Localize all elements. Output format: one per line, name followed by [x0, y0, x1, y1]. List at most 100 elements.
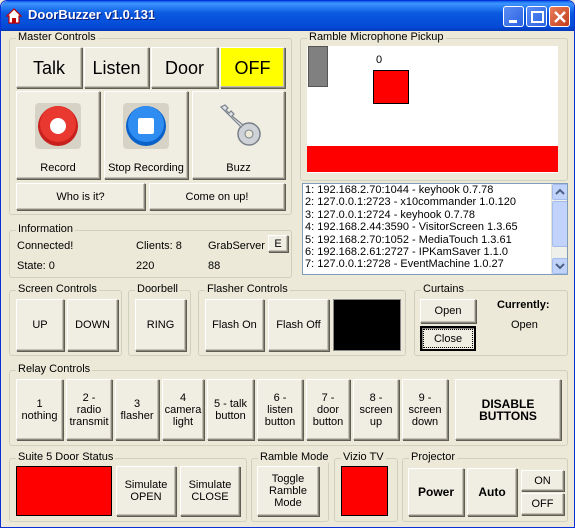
- flasher-status-indicator: [333, 299, 401, 351]
- mic-level-display: 0: [307, 46, 558, 173]
- information-title: Information: [16, 223, 76, 235]
- disable-line-2: BUTTONS: [479, 408, 537, 423]
- screen-controls-title: Screen Controls: [16, 283, 99, 295]
- ring-button[interactable]: RING: [135, 299, 186, 351]
- projector-title: Projector: [409, 451, 458, 463]
- sim-open-line-1: Simulate: [124, 479, 168, 491]
- off-button[interactable]: OFF: [220, 47, 285, 88]
- come-on-up-button[interactable]: Come on up!: [149, 183, 285, 210]
- minimize-button[interactable]: [503, 6, 524, 27]
- app-window: DoorBuzzer v1.0.131 Master Controls Talk…: [0, 0, 575, 528]
- close-button[interactable]: [549, 6, 570, 27]
- relay-button-label: 4: [179, 391, 187, 404]
- chevron-up-icon: [555, 188, 565, 195]
- projector-on-button[interactable]: ON: [521, 470, 564, 491]
- mic-level-bar: [308, 46, 328, 87]
- clients-value: 220: [136, 260, 155, 272]
- sim-open-line-2: OPEN: [130, 491, 162, 503]
- scroll-thumb[interactable]: [552, 201, 567, 247]
- relay-button-2[interactable]: 2 - radio transmit: [66, 379, 112, 440]
- talk-button[interactable]: Talk: [16, 47, 82, 88]
- buzz-label: Buzz: [226, 162, 251, 174]
- stop-icon: [123, 103, 169, 149]
- relay-button-7[interactable]: 7 - door button: [306, 379, 350, 440]
- relay-button-label: listen: [267, 403, 293, 416]
- projector-power-button[interactable]: Power: [408, 468, 464, 516]
- curtains-close-button[interactable]: Close: [420, 326, 476, 351]
- simulate-open-button[interactable]: Simulate OPEN: [116, 466, 176, 516]
- grabserver-value: 88: [208, 260, 221, 272]
- log-item[interactable]: 2: 127.0.0.1:2723 - x10commander 1.0.120: [303, 196, 567, 208]
- flash-off-button[interactable]: Flash Off: [268, 299, 329, 351]
- scroll-down-arrow[interactable]: [552, 258, 567, 274]
- record-icon: [35, 103, 81, 149]
- mic-level-value: 0: [376, 54, 383, 66]
- ramble-mode-title: Ramble Mode: [258, 451, 331, 463]
- disable-buttons-button[interactable]: DISABLE BUTTONS: [455, 379, 561, 440]
- projector-off-button[interactable]: OFF: [521, 493, 564, 515]
- maximize-button[interactable]: [526, 6, 547, 27]
- relay-button-label: nothing: [21, 409, 58, 422]
- minimize-icon: [509, 20, 517, 23]
- state-value: State: 0: [17, 260, 55, 272]
- door-status-indicator: [16, 466, 112, 516]
- relay-button-6[interactable]: 6 - listen button: [257, 379, 303, 440]
- disable-line-1: DISABLE: [481, 396, 535, 411]
- relay-button-1[interactable]: 1 nothing: [16, 379, 63, 440]
- mic-indicator: [373, 70, 409, 104]
- vizio-tv-status-indicator[interactable]: [341, 466, 388, 516]
- relay-button-3[interactable]: 3 flasher: [115, 379, 159, 440]
- record-label: Record: [40, 162, 76, 174]
- clients-count: Clients: 8: [136, 240, 182, 252]
- doorbell-title: Doorbell: [135, 283, 180, 295]
- listen-button[interactable]: Listen: [84, 47, 149, 88]
- projector-auto-button[interactable]: Auto: [467, 468, 517, 516]
- curtains-currently-value: Open: [511, 319, 538, 331]
- log-item[interactable]: 4: 192.168.2.44:3590 - VisitorScreen 1.3…: [303, 221, 567, 233]
- curtains-open-button[interactable]: Open: [420, 299, 476, 323]
- log-item[interactable]: 6: 192.168.2.61:2727 - IPKamSaver 1.1.0: [303, 246, 567, 258]
- simulate-close-button[interactable]: Simulate CLOSE: [180, 466, 240, 516]
- screen-up-button[interactable]: UP: [16, 299, 64, 351]
- log-item[interactable]: 3: 127.0.0.1:2724 - keyhook 0.7.78: [303, 209, 567, 221]
- relay-button-9[interactable]: 9 - screen down: [402, 379, 448, 440]
- flash-on-button[interactable]: Flash On: [205, 299, 264, 351]
- door-button[interactable]: Door: [151, 47, 218, 88]
- relay-button-label: flasher: [120, 409, 154, 422]
- mic-threshold-bar: [307, 146, 558, 172]
- relay-button-label: light: [172, 415, 194, 428]
- client-log-list[interactable]: 1: 192.168.2.70:1044 - keyhook 0.7.78 2:…: [302, 183, 568, 275]
- key-icon: [219, 104, 261, 146]
- log-item[interactable]: 7: 127.0.0.1:2728 - EventMachine 1.0.27: [303, 258, 567, 270]
- suite5-door-status-title: Suite 5 Door Status: [16, 451, 116, 463]
- window-title: DoorBuzzer v1.0.131: [28, 7, 156, 22]
- screen-down-button[interactable]: DOWN: [67, 299, 118, 351]
- relay-controls-title: Relay Controls: [16, 363, 93, 375]
- title-bar[interactable]: DoorBuzzer v1.0.131: [1, 1, 574, 31]
- who-is-it-button[interactable]: Who is it?: [16, 183, 145, 210]
- relay-button-5[interactable]: 5 - talk button: [207, 379, 254, 440]
- relay-button-label: button: [312, 415, 344, 428]
- log-item[interactable]: 5: 192.168.2.70:1052 - MediaTouch 1.3.61: [303, 234, 567, 246]
- relay-button-label: radio: [76, 403, 102, 416]
- relay-button-label: screen: [408, 403, 442, 416]
- log-scrollbar[interactable]: [551, 184, 567, 274]
- relay-button-label: button: [264, 415, 296, 428]
- relay-button-label: 5 - talk: [213, 397, 247, 410]
- e-button[interactable]: E: [268, 235, 288, 252]
- mic-pickup-title: Ramble Microphone Pickup: [307, 31, 446, 43]
- relay-button-label: button: [215, 409, 246, 422]
- toggle-line-3: Mode: [274, 497, 302, 509]
- toggle-line-2: Ramble: [269, 485, 307, 497]
- vizio-tv-title: Vizio TV: [341, 451, 386, 463]
- relay-button-8[interactable]: 8 - screen up: [353, 379, 399, 440]
- stop-recording-button[interactable]: Stop Recording: [104, 91, 188, 179]
- curtains-currently-label: Currently:: [497, 299, 550, 311]
- relay-button-4[interactable]: 4 camera light: [162, 379, 204, 440]
- record-button[interactable]: Record: [16, 91, 100, 179]
- log-item[interactable]: 1: 192.168.2.70:1044 - keyhook 0.7.78: [303, 184, 567, 196]
- scroll-up-arrow[interactable]: [552, 184, 567, 200]
- toggle-line-1: Toggle: [271, 473, 305, 485]
- toggle-ramble-mode-button[interactable]: Toggle Ramble Mode: [257, 466, 319, 516]
- buzz-button[interactable]: Buzz: [192, 91, 285, 179]
